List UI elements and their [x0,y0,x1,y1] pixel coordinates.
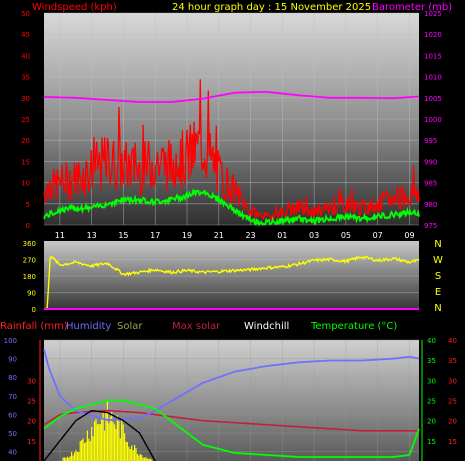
rainfall-tick-15: 15 [27,438,36,446]
barometer-tick-labels: 975 980 985 990 995 1000 1005 1010 1015 1020 1025 [424,10,442,230]
legend-windchill: Windchill [244,321,289,332]
humidity-tick-40: 40 [8,449,17,457]
windspeed-tick-50: 50 [21,10,30,18]
legend-max-solar: Max solar [172,321,221,332]
windspeed-tick-5: 5 [26,201,30,209]
compass-w-1: W [433,255,443,266]
hour-tick-05: 05 [341,231,351,240]
hour-tick-21: 21 [214,231,224,240]
rainfall-tick-25: 25 [27,398,36,406]
compass-n-4: N [434,303,441,314]
weather-graph-panel: Windspeed (kph) 24 hour graph day : 15 N… [0,0,465,461]
direction-tick-labels: 0 90 180 270 360 [23,240,36,314]
direction-tick-270: 270 [23,257,36,265]
humidity-tick-labels: 40 50 60 70 80 90 100 [4,337,17,457]
barometer-tick-1010: 1010 [424,74,442,82]
hour-tick-15: 15 [118,231,128,240]
windspeed-tick-10: 10 [21,180,30,188]
hour-tick-07: 07 [373,231,383,240]
climate-legend: Rainfall (mm)Humidity Solar Max solar Windc… [0,321,397,332]
barometer-tick-990: 990 [424,158,437,166]
weather-graph-svg: Windspeed (kph) 24 hour graph day : 15 N… [0,2,457,461]
legend-solar: Solar [117,321,143,332]
compass-e-3: E [435,287,441,298]
rainfall-tick-30: 30 [27,377,36,385]
temperature-tick-30: 30 [427,377,436,385]
windspeed-tick-45: 45 [21,31,30,39]
temperature-tick-right-30: 30 [448,377,457,385]
humidity-tick-50: 50 [8,430,17,438]
temperature-tick-labels-right: 15 20 25 30 35 40 [448,337,457,446]
direction-tick-360: 360 [23,240,36,248]
hour-tick-01: 01 [277,231,287,240]
temperature-tick-15: 15 [427,438,436,446]
windspeed-tick-15: 15 [21,158,30,166]
barometer-tick-980: 980 [424,201,437,209]
hour-tick-09: 09 [404,231,414,240]
hour-tick-19: 19 [182,231,192,240]
temperature-tick-40: 40 [427,337,436,345]
barometer-tick-995: 995 [424,137,437,145]
temperature-tick-25: 25 [427,398,436,406]
humidity-tick-80: 80 [8,374,17,382]
direction-plot-area [44,241,419,310]
legend-rainfall-mm-: Rainfall (mm) [0,321,68,332]
temperature-tick-labels: 15 20 25 30 35 40 [427,337,436,446]
temperature-tick-right-15: 15 [448,438,457,446]
humidity-tick-70: 70 [8,393,17,401]
humidity-tick-60: 60 [8,411,17,419]
direction-tick-90: 90 [27,290,36,298]
hour-tick-23: 23 [245,231,255,240]
rainfall-tick-20: 20 [27,418,36,426]
temperature-tick-20: 20 [427,418,436,426]
temperature-tick-right-20: 20 [448,418,457,426]
windspeed-tick-20: 20 [21,137,30,145]
windspeed-tick-25: 25 [21,116,30,124]
compass-n-0: N [434,239,441,250]
temperature-tick-right-25: 25 [448,398,457,406]
windspeed-tick-35: 35 [21,74,30,82]
barometer-tick-985: 985 [424,180,437,188]
humidity-tick-90: 90 [8,356,17,364]
barometer-tick-1000: 1000 [424,116,442,124]
rainfall-tick-labels: 15 20 25 30 [27,377,36,446]
legend-temperature-c-: Temperature (°C) [310,321,397,332]
temperature-tick-35: 35 [427,357,436,365]
temperature-tick-right-40: 40 [448,337,457,345]
humidity-tick-100: 100 [4,337,17,345]
windspeed-tick-40: 40 [21,52,30,60]
direction-tick-180: 180 [23,273,36,281]
legend-humidity: Humidity [66,321,111,332]
windspeed-axis-title: Windspeed (kph) [32,2,117,13]
compass-s-2: S [435,271,441,282]
chart-title: 24 hour graph day : 15 November 2025 [172,2,371,13]
hour-tick-13: 13 [87,231,97,240]
barometer-tick-1005: 1005 [424,95,442,103]
barometer-tick-1015: 1015 [424,52,442,60]
temperature-tick-right-35: 35 [448,357,457,365]
barometer-tick-1020: 1020 [424,31,442,39]
barometer-tick-975: 975 [424,222,437,230]
compass-labels: NWSEN [433,239,443,314]
hour-tick-03: 03 [309,231,319,240]
windspeed-tick-30: 30 [21,95,30,103]
hour-tick-labels: 11 13 15 17 19 21 23 01 03 05 07 09 [55,231,415,240]
barometer-tick-1025: 1025 [424,10,442,18]
windspeed-tick-labels: 0 5 10 15 20 25 30 35 40 45 50 [21,10,30,230]
windspeed-tick-0: 0 [26,222,30,230]
direction-tick-0: 0 [32,306,36,314]
hour-tick-11: 11 [55,231,65,240]
hour-tick-17: 17 [150,231,160,240]
